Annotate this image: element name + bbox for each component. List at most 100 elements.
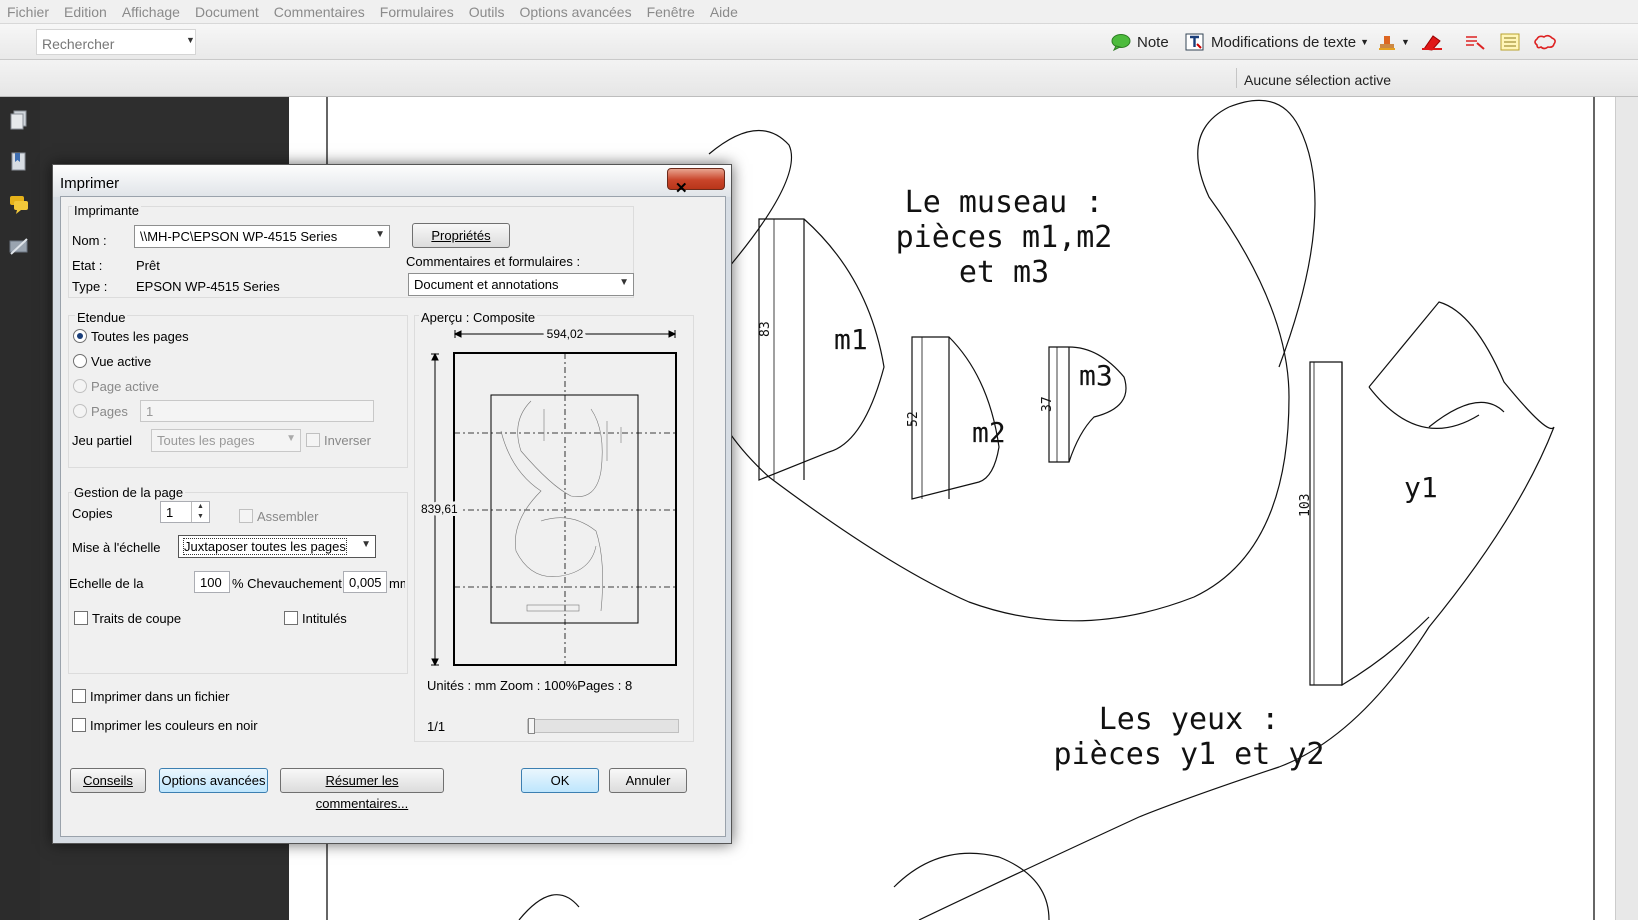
- copies-value: 1: [166, 505, 174, 520]
- pages-icon[interactable]: [8, 109, 30, 131]
- menu-item-3[interactable]: Document: [188, 4, 267, 20]
- menu-item-4[interactable]: Commentaires: [267, 4, 373, 20]
- summarize-label: Résumer les commentaires...: [315, 773, 409, 811]
- all-pages-label: Toutes les pages: [91, 329, 189, 344]
- piece-m2-label: m2: [972, 416, 1006, 449]
- dim-m3: 37: [1040, 396, 1055, 412]
- dim-m2: 52: [906, 411, 921, 427]
- vertical-scrollbar[interactable]: [1615, 97, 1638, 920]
- labels-checkbox[interactable]: [284, 611, 298, 625]
- preview-width: 594,02: [547, 327, 584, 341]
- highlight-icon: [1466, 36, 1485, 50]
- preview-page-slider[interactable]: [527, 718, 679, 734]
- print-to-file-label: Imprimer dans un fichier: [90, 689, 230, 704]
- sign-tool-button[interactable]: [1421, 30, 1449, 54]
- print-black-label: Imprimer les couleurs en noir: [90, 718, 258, 733]
- current-view-label: Vue active: [91, 354, 152, 369]
- cut-marks-checkbox[interactable]: [74, 611, 88, 625]
- overlap-unit: mm: [389, 576, 405, 591]
- piece-m3-label: m3: [1079, 359, 1113, 392]
- text-edit-icon: [1185, 33, 1204, 51]
- scaling-select[interactable]: Juxtaposer toutes les pages ▼: [178, 535, 376, 558]
- menu-item-6[interactable]: Outils: [462, 4, 513, 20]
- comment-list-button[interactable]: [1500, 30, 1526, 54]
- copies-stepper[interactable]: ▲ ▼: [191, 502, 209, 522]
- printer-type-label: Type :: [72, 279, 108, 294]
- signatures-icon[interactable]: [8, 235, 30, 257]
- reverse-label: Inverser: [324, 433, 371, 448]
- subset-select[interactable]: Toutes les pages ▼: [151, 429, 301, 452]
- summarize-comments-button[interactable]: Résumer les commentaires...: [280, 768, 444, 811]
- printer-group-label: Imprimante: [72, 203, 142, 218]
- speech-bubble-icon: [1111, 34, 1131, 51]
- bookmarks-icon[interactable]: [8, 151, 30, 173]
- close-button[interactable]: ✕: [667, 168, 725, 197]
- dialog-titlebar[interactable]: Imprimer ✕: [53, 165, 731, 197]
- separator: [1236, 68, 1237, 88]
- reverse-checkbox[interactable]: [306, 433, 320, 447]
- dialog-title: Imprimer: [60, 175, 120, 192]
- scaling-label: Mise à l'échelle: [72, 540, 161, 555]
- menu-item-1[interactable]: Edition: [57, 4, 115, 20]
- cancel-button[interactable]: Annuler: [609, 768, 687, 793]
- comments-forms-value: Document et annotations: [414, 277, 559, 292]
- page-handling-label: Gestion de la page: [72, 485, 186, 500]
- preview-height: 839,61: [421, 502, 458, 516]
- ok-button[interactable]: OK: [521, 768, 599, 793]
- scaling-value: Juxtaposer toutes les pages: [183, 538, 347, 555]
- highlight-text-button[interactable]: [1465, 30, 1493, 54]
- labels-label: Intitulés: [302, 611, 347, 626]
- current-view-radio[interactable]: [73, 354, 87, 368]
- stamp-button[interactable]: ▼: [1377, 30, 1410, 54]
- search-dropdown-icon[interactable]: ▼: [186, 35, 195, 45]
- collate-checkbox[interactable]: [239, 509, 253, 523]
- printer-name-label: Nom :: [72, 233, 107, 248]
- pages-label: Pages: [91, 404, 128, 419]
- cancel-label: Annuler: [625, 773, 671, 788]
- subset-label: Jeu partiel: [72, 433, 132, 448]
- pages-input[interactable]: 1: [140, 400, 374, 422]
- scale-input[interactable]: 100: [194, 571, 230, 593]
- chevron-down-icon: ▼: [286, 433, 296, 444]
- chevron-down-icon: ▼: [361, 539, 371, 550]
- printer-name-select[interactable]: \\MH-PC\EPSON WP-4515 Series ▼: [134, 225, 390, 248]
- printer-type-value: EPSON WP-4515 Series: [136, 279, 280, 294]
- overlap-input[interactable]: 0,005: [343, 571, 387, 593]
- title-yeux-line1: Les yeux :: [1099, 702, 1280, 737]
- comments-forms-select[interactable]: Document et annotations ▼: [408, 273, 634, 296]
- comments-icon[interactable]: [8, 193, 30, 215]
- properties-button[interactable]: Propriétés: [412, 223, 510, 248]
- note-button[interactable]: Note: [1111, 30, 1169, 54]
- menu-item-5[interactable]: Formulaires: [373, 4, 462, 20]
- search-input[interactable]: Rechercher: [36, 29, 196, 55]
- cut-marks-label: Traits de coupe: [92, 611, 182, 626]
- piece-m1-label: m1: [834, 323, 868, 356]
- menu-item-2[interactable]: Affichage: [115, 4, 188, 20]
- overlap-label: % Chevauchement:: [232, 576, 346, 591]
- stamp-dropdown-icon[interactable]: ▼: [1401, 37, 1410, 47]
- subset-value: Toutes les pages: [157, 433, 255, 448]
- all-pages-radio[interactable]: [73, 329, 87, 343]
- menu-item-8[interactable]: Fenêtre: [640, 4, 703, 20]
- cloud-shape-button[interactable]: [1533, 30, 1563, 54]
- menu-item-7[interactable]: Options avancées: [513, 4, 640, 20]
- dim-y1: 103: [1298, 494, 1313, 517]
- text-edits-label: Modifications de texte: [1211, 33, 1357, 51]
- tips-button[interactable]: Conseils: [70, 768, 146, 793]
- advanced-options-button[interactable]: Options avancées: [159, 768, 268, 793]
- page-counter: 1/1: [427, 719, 446, 734]
- menu-item-9[interactable]: Aide: [703, 4, 746, 20]
- collate-label: Assembler: [257, 509, 319, 524]
- print-black-checkbox[interactable]: [72, 718, 86, 732]
- print-dialog: Imprimer ✕ Imprimante Nom : \\MH-PC\EPSO…: [52, 164, 732, 844]
- title-museau-line2: pièces m1,m2: [896, 220, 1113, 255]
- menu-item-0[interactable]: Fichier: [0, 4, 57, 20]
- print-to-file-checkbox[interactable]: [72, 689, 86, 703]
- text-edits-button[interactable]: Modifications de texte ▼: [1185, 30, 1369, 54]
- current-page-radio[interactable]: [73, 379, 87, 393]
- pages-radio[interactable]: [73, 404, 87, 418]
- slider-thumb[interactable]: [528, 718, 535, 734]
- scale-label: Echelle de la: [69, 576, 144, 591]
- chevron-down-icon: ▼: [619, 277, 629, 288]
- printer-name-value: \\MH-PC\EPSON WP-4515 Series: [140, 229, 338, 244]
